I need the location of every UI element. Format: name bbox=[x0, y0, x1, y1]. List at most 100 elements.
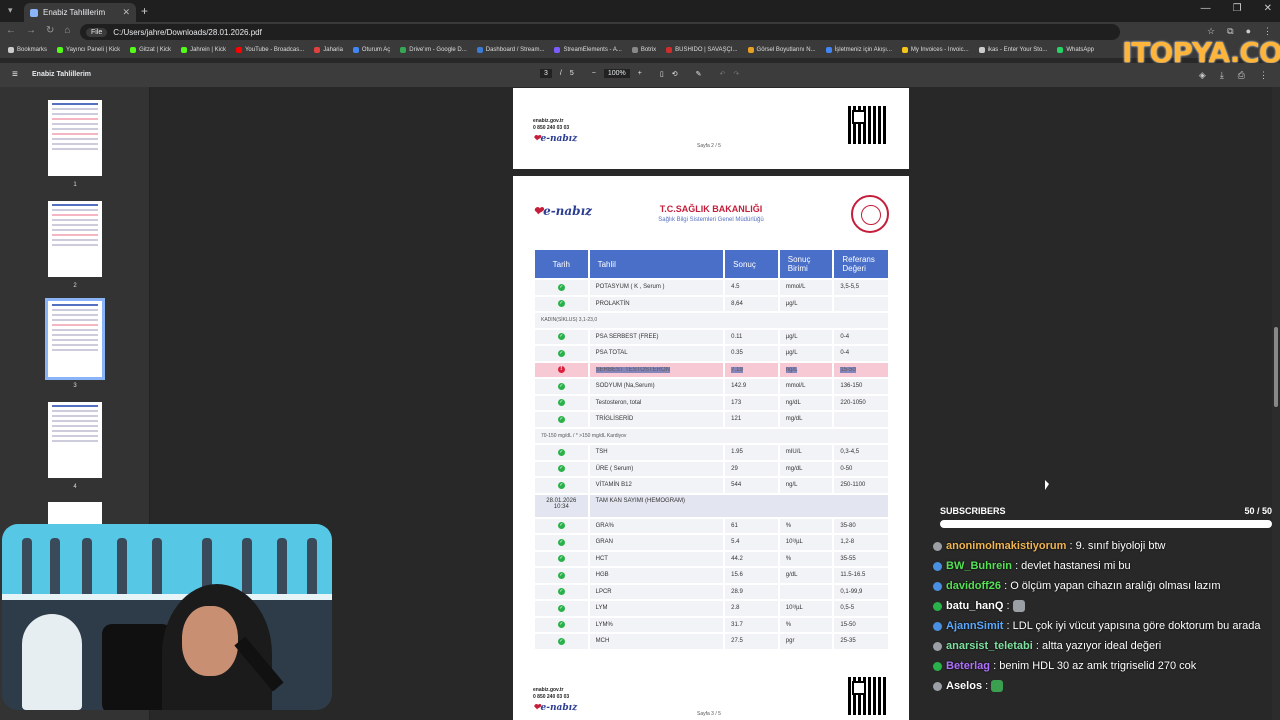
ai-icon[interactable]: ◈ bbox=[1199, 70, 1206, 81]
footer-site: enabiz.gov.tr bbox=[533, 118, 564, 124]
page-number-input[interactable]: 3 bbox=[540, 69, 552, 78]
test-name: PSA SERBEST (FREE) bbox=[589, 329, 724, 344]
bookmark-item[interactable]: Dashboard / Stream... bbox=[476, 47, 544, 53]
test-name: SERBEST TESTOSTERON bbox=[589, 362, 724, 377]
bookmark-label: Bookmarks bbox=[17, 47, 48, 53]
test-ref: 15-50 bbox=[834, 617, 888, 632]
status-cell: ✓ bbox=[535, 395, 588, 410]
bookmark-item[interactable]: Bookmarks bbox=[8, 47, 47, 53]
bookmark-item[interactable]: Yayıncı Paneli | Kick bbox=[57, 47, 120, 53]
table-row: ✓ TSH 1.95 mIU/L 0,3-4,5 bbox=[535, 445, 888, 460]
bookmark-item[interactable]: ikas - Enter Your Sto... bbox=[978, 47, 1047, 53]
col-test: Tahlil bbox=[589, 250, 724, 278]
bookmark-item[interactable]: Jahrein | Kick bbox=[181, 47, 226, 53]
table-row: 28.01.2026 10:34 TAM KAN SAYIMI (HEMOGRAM) bbox=[535, 494, 888, 517]
zoom-in-icon[interactable]: + bbox=[638, 70, 642, 77]
bookmark-item[interactable]: Botrix bbox=[631, 47, 656, 53]
status-cell: ✓ bbox=[535, 551, 588, 566]
viewer-scrollbar[interactable] bbox=[1272, 87, 1280, 720]
alert-icon: ! bbox=[557, 366, 565, 374]
minimize-icon[interactable]: — bbox=[1201, 3, 1211, 14]
close-tab-icon[interactable]: ✕ bbox=[122, 7, 130, 18]
fit-page-icon[interactable]: ▯ bbox=[660, 70, 664, 78]
bookmark-label: Görsel Boyutlarını N... bbox=[756, 47, 816, 53]
thumbnail-page-1[interactable] bbox=[48, 100, 102, 176]
page-separator: / bbox=[559, 70, 562, 77]
scrollbar-thumb[interactable] bbox=[1274, 327, 1278, 407]
reload-icon[interactable]: ↻ bbox=[46, 25, 54, 36]
pdf-menu-icon[interactable]: ≡ bbox=[12, 69, 18, 80]
table-row: ! SERBEST TESTOSTERON 7.19 ng/L 15-50 bbox=[535, 362, 888, 377]
status-cell: ✓ bbox=[535, 346, 588, 361]
bookmark-item[interactable]: BUSHIDO | SAVAŞÇI... bbox=[666, 47, 738, 53]
bookmark-favicon-icon bbox=[181, 47, 188, 53]
bookmark-item[interactable]: İşletmeniz için Akışı... bbox=[825, 47, 892, 53]
bookmark-item[interactable]: Gitzat | Kick bbox=[130, 47, 171, 53]
thumbnail-number: 4 bbox=[73, 484, 77, 490]
status-cell: ✓ bbox=[535, 617, 588, 632]
footer-phone: 0 850 240 03 03 bbox=[533, 694, 570, 700]
test-name: SODYUM (Na,Serum) bbox=[589, 379, 724, 394]
bookmark-item[interactable]: My Invoices - Invoic... bbox=[901, 47, 969, 53]
col-date: Tarih bbox=[535, 250, 588, 278]
bookmark-item[interactable]: StreamElements - A... bbox=[554, 47, 622, 53]
chat-username: Aselos bbox=[946, 680, 983, 692]
tab-enabiz[interactable]: Enabiz Tahlillerim ✕ bbox=[24, 3, 136, 22]
address-bar[interactable]: File C:/Users/jahre/Downloads/28.01.2026… bbox=[80, 24, 1120, 40]
bookmark-item[interactable]: Oturum Aç bbox=[352, 47, 390, 53]
annotate-icon[interactable]: ✎ bbox=[696, 70, 702, 78]
thumbnail-page-4[interactable] bbox=[48, 402, 102, 478]
check-icon: ✓ bbox=[557, 448, 565, 456]
status-cell: ✓ bbox=[535, 280, 588, 295]
redo-icon[interactable]: ↷ bbox=[733, 70, 739, 78]
bookmark-favicon-icon bbox=[747, 47, 754, 53]
undo-icon[interactable]: ↶ bbox=[719, 70, 725, 78]
bookmark-favicon-icon bbox=[631, 47, 638, 53]
bookmark-item[interactable]: YouTube - Broadcas... bbox=[235, 47, 304, 53]
thumbnail-page-5[interactable] bbox=[48, 502, 102, 526]
chat-emote-icon bbox=[991, 680, 1004, 693]
home-icon[interactable]: ⌂ bbox=[64, 25, 70, 36]
chat-badge-icon bbox=[933, 561, 942, 571]
test-unit: % bbox=[779, 518, 833, 533]
zoom-out-icon[interactable]: − bbox=[592, 70, 596, 77]
test-result: 61 bbox=[725, 518, 778, 533]
test-ref: 0,5-5 bbox=[834, 601, 888, 616]
chat-overlay: anonimolmakistiyorum : 9. sınıf biyoloji… bbox=[933, 538, 1273, 698]
bookmark-item[interactable]: Drive'ım - Google D... bbox=[400, 47, 467, 53]
chat-username: Beterlag bbox=[946, 660, 991, 672]
bookmark-item[interactable]: Jaharia bbox=[314, 47, 343, 53]
test-unit: mg/dL bbox=[779, 461, 833, 476]
bookmark-label: Drive'ım - Google D... bbox=[409, 47, 467, 53]
thumbnail-page-3[interactable] bbox=[45, 298, 105, 380]
thumbnail-number: 1 bbox=[73, 182, 77, 188]
test-name: Testosteron, total bbox=[589, 395, 724, 410]
maximize-icon[interactable]: ❐ bbox=[1233, 3, 1242, 14]
test-ref: 0-4 bbox=[834, 329, 888, 344]
bookmark-item[interactable]: Görsel Boyutlarını N... bbox=[747, 47, 816, 53]
chat-text: : bbox=[985, 680, 989, 692]
bookmark-favicon-icon bbox=[1057, 47, 1064, 53]
forward-icon[interactable]: → bbox=[26, 25, 36, 36]
pdf-title: Enabiz Tahlillerim bbox=[32, 71, 91, 78]
download-icon[interactable]: ⤓ bbox=[1220, 70, 1224, 81]
thumbnail-page-2[interactable] bbox=[48, 201, 102, 277]
lab-results-table: Tarih Tahlil Sonuç Sonuç Birimi Referans… bbox=[533, 248, 890, 651]
ministry-title: T.C.SAĞLIK BAKANLIĞI bbox=[659, 204, 763, 214]
back-icon[interactable]: ← bbox=[6, 25, 16, 36]
new-tab-icon[interactable]: + bbox=[141, 4, 148, 18]
tab-search-icon[interactable]: ▾ bbox=[8, 5, 13, 16]
test-name: LYM bbox=[589, 601, 724, 616]
close-window-icon[interactable]: ✕ bbox=[1264, 3, 1272, 14]
zoom-level[interactable]: 100% bbox=[603, 69, 630, 78]
table-row: ✓ TRİGLİSERİD 121 mg/dL bbox=[535, 412, 888, 427]
file-chip[interactable]: File bbox=[86, 27, 108, 37]
print-icon[interactable]: ⎙ bbox=[1238, 70, 1245, 81]
rotate-icon[interactable]: ⟲ bbox=[672, 70, 678, 78]
page-label: Sayfa 2 / 5 bbox=[697, 143, 721, 149]
status-cell: ✓ bbox=[535, 412, 588, 427]
bookmark-item[interactable]: WhatsApp bbox=[1057, 47, 1094, 53]
bookmark-label: WhatsApp bbox=[1066, 47, 1094, 53]
more-options-icon[interactable]: ⋮ bbox=[1259, 70, 1268, 81]
test-ref: 220-1050 bbox=[834, 395, 888, 410]
